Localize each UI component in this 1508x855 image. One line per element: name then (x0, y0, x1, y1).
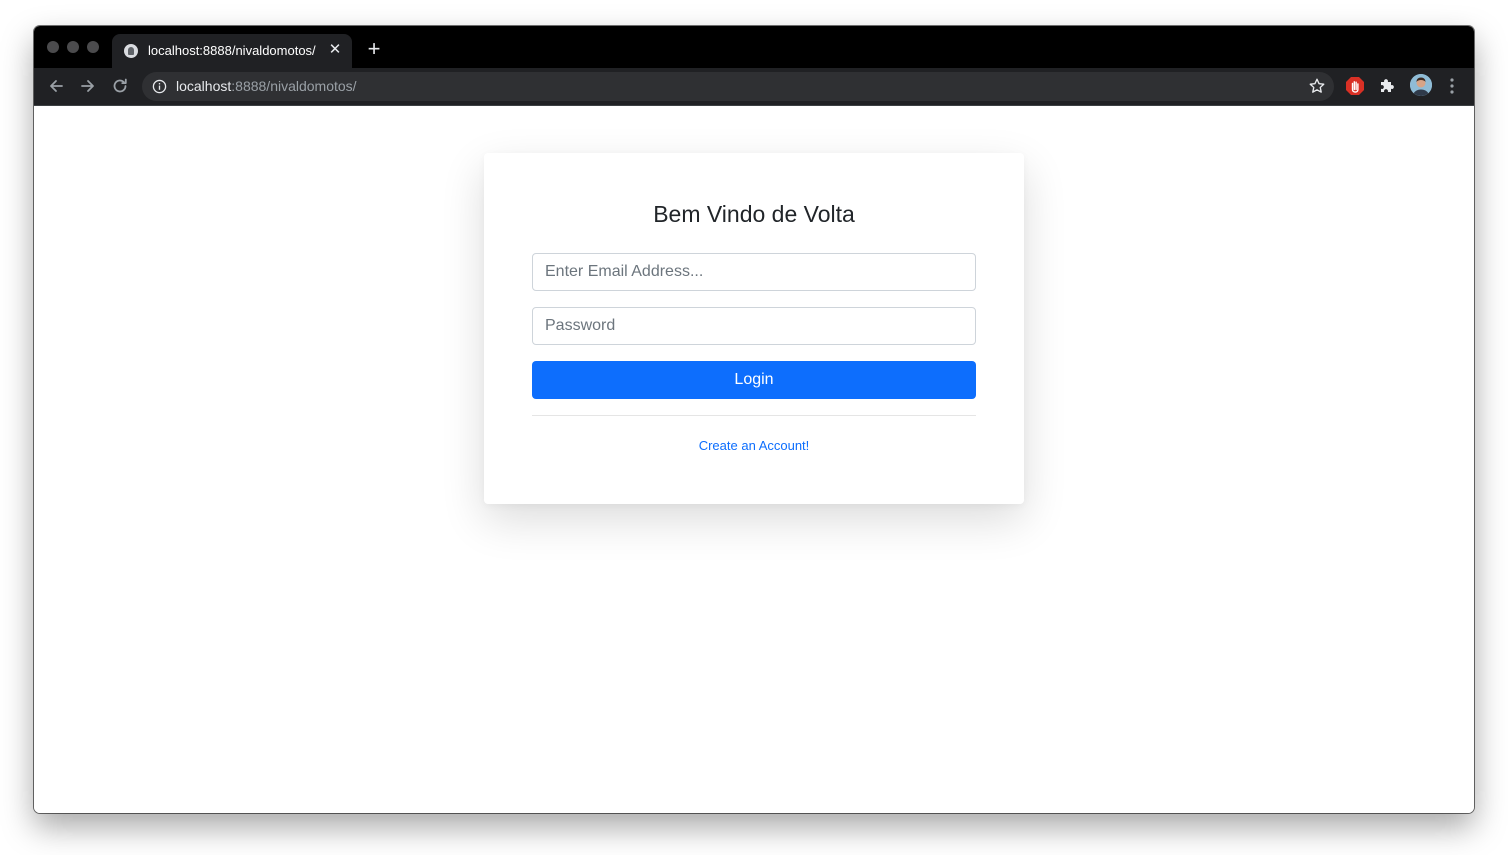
create-account-link[interactable]: Create an Account! (484, 438, 1024, 453)
arrow-left-icon[interactable] (46, 76, 66, 96)
divider (532, 415, 976, 416)
email-field[interactable] (532, 253, 976, 291)
tab-title: localhost:8888/nivaldomotos/ (148, 43, 316, 58)
new-tab-button[interactable]: + (364, 38, 384, 60)
browser-titlebar: localhost:8888/nivaldomotos/ ✕ + (34, 26, 1474, 68)
url-path: :8888/nivaldomotos/ (231, 78, 357, 94)
kebab-menu-icon[interactable] (1444, 76, 1460, 96)
avatar[interactable] (1410, 74, 1432, 96)
star-icon[interactable] (1308, 77, 1326, 95)
puzzle-icon[interactable] (1377, 76, 1397, 96)
close-window-button[interactable] (47, 41, 59, 53)
arrow-right-icon[interactable] (78, 76, 98, 96)
zoom-window-button[interactable] (87, 41, 99, 53)
info-icon[interactable] (152, 79, 167, 94)
browser-tab[interactable]: localhost:8888/nivaldomotos/ ✕ (112, 34, 352, 68)
favicon-icon (124, 44, 138, 58)
profile-icon (1410, 74, 1432, 96)
browser-toolbar: localhost:8888/nivaldomotos/ (34, 68, 1474, 106)
password-field[interactable] (532, 307, 976, 345)
login-card: Bem Vindo de Volta Login Create an Accou… (484, 153, 1024, 504)
hand-icon[interactable] (1345, 76, 1365, 96)
page-viewport: Bem Vindo de Volta Login Create an Accou… (34, 106, 1474, 813)
page-title: Bem Vindo de Volta (653, 201, 855, 227)
url-text: localhost:8888/nivaldomotos/ (176, 78, 357, 94)
close-tab-icon[interactable]: ✕ (326, 41, 344, 59)
browser-window: localhost:8888/nivaldomotos/ ✕ + localho… (34, 26, 1474, 813)
reload-icon[interactable] (110, 76, 130, 96)
address-bar[interactable]: localhost:8888/nivaldomotos/ (142, 72, 1334, 101)
login-button[interactable]: Login (532, 361, 976, 399)
minimize-window-button[interactable] (67, 41, 79, 53)
url-host: localhost (176, 78, 232, 94)
